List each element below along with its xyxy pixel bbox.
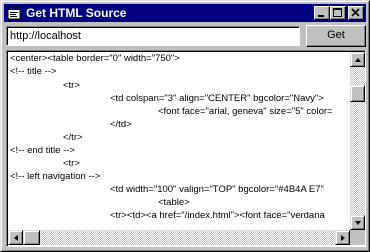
source-text: <center><table border="0" width="750"> <… xyxy=(10,53,349,228)
source-line: <!-- left navigation --> xyxy=(10,171,101,182)
source-line: </tr> xyxy=(63,132,83,143)
url-input[interactable]: http://localhost xyxy=(6,26,300,46)
source-line: <tr> xyxy=(63,158,80,169)
scroll-up-button[interactable] xyxy=(350,52,365,67)
window-title: Get HTML Source xyxy=(26,6,127,20)
source-line: <td width="100" valign="TOP" bgcolor="#4… xyxy=(110,184,324,195)
scroll-right-arrow-icon xyxy=(341,235,345,241)
scroll-left-button[interactable] xyxy=(8,230,23,245)
minimize-button[interactable] xyxy=(314,6,330,20)
close-icon xyxy=(351,8,360,17)
scroll-up-arrow-icon xyxy=(355,58,361,62)
app-window-icon[interactable] xyxy=(7,6,21,20)
source-line: <tr> xyxy=(63,80,80,91)
source-line: <!-- title --> xyxy=(10,66,57,77)
source-line: <!-- end title --> xyxy=(10,145,75,156)
horizontal-scroll-thumb[interactable] xyxy=(23,230,40,245)
source-line: <tr><td><a href="/index.html"><font face… xyxy=(110,210,325,221)
source-textarea[interactable]: <center><table border="0" width="750"> <… xyxy=(6,50,366,247)
scroll-right-button[interactable] xyxy=(335,230,350,245)
title-bar[interactable]: Get HTML Source xyxy=(4,4,366,22)
app-window: Get HTML Source http://localhost Get <ce… xyxy=(0,0,370,252)
minimize-icon xyxy=(318,15,324,17)
source-line: <td colspan="3" align="CENTER" bgcolor="… xyxy=(110,93,324,104)
scroll-left-arrow-icon xyxy=(14,235,18,241)
source-line: </td> xyxy=(110,119,132,130)
scroll-down-button[interactable] xyxy=(350,215,365,230)
horizontal-scrollbar[interactable] xyxy=(8,230,350,245)
source-line: <center><table border="0" width="750"> xyxy=(10,53,180,64)
maximize-icon xyxy=(333,8,342,17)
scroll-down-arrow-icon xyxy=(355,221,361,225)
get-button[interactable]: Get xyxy=(306,25,366,47)
source-line: <font face="arial, geneva" size="5" colo… xyxy=(158,106,333,117)
source-line: <table> xyxy=(158,197,190,208)
maximize-button[interactable] xyxy=(330,6,346,20)
vertical-scroll-thumb[interactable] xyxy=(350,85,365,102)
vertical-scrollbar[interactable] xyxy=(350,52,365,230)
scrollbar-corner xyxy=(350,230,365,245)
close-button[interactable] xyxy=(348,6,364,20)
